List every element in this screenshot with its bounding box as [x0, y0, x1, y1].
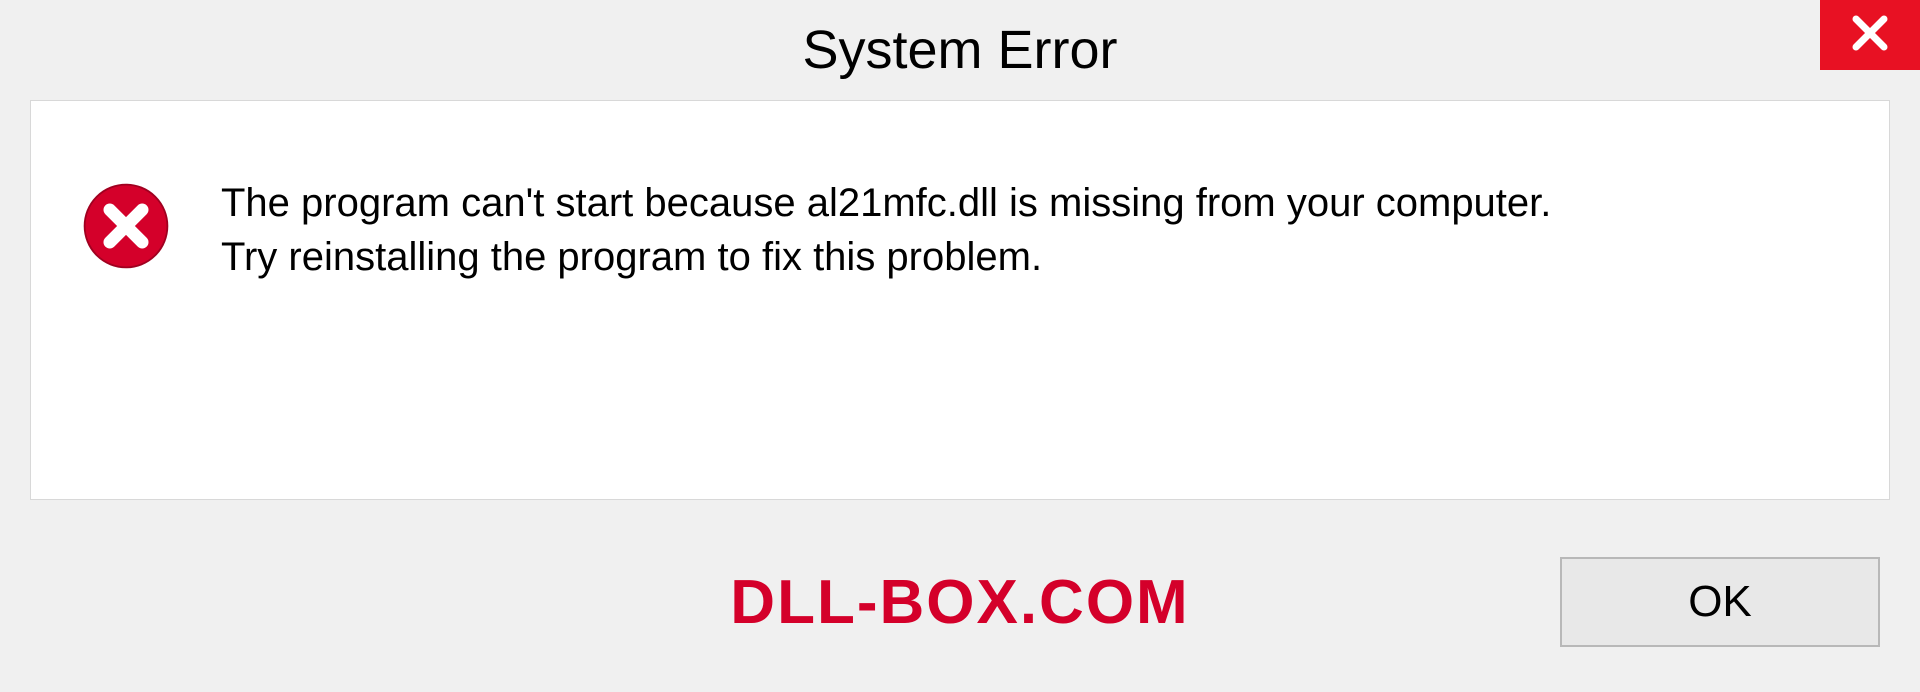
title-bar: System Error — [0, 0, 1920, 100]
content-panel: The program can't start because al21mfc.… — [30, 100, 1890, 500]
message-line-1: The program can't start because al21mfc.… — [221, 176, 1839, 230]
watermark-text: DLL-BOX.COM — [730, 567, 1189, 638]
footer-bar: DLL-BOX.COM OK — [0, 532, 1920, 692]
error-icon — [81, 181, 171, 276]
message-line-2: Try reinstalling the program to fix this… — [221, 230, 1839, 284]
ok-button[interactable]: OK — [1560, 557, 1880, 647]
dialog-title: System Error — [802, 19, 1117, 81]
error-message: The program can't start because al21mfc.… — [221, 171, 1839, 284]
close-button[interactable] — [1820, 0, 1920, 70]
close-icon — [1850, 13, 1890, 58]
